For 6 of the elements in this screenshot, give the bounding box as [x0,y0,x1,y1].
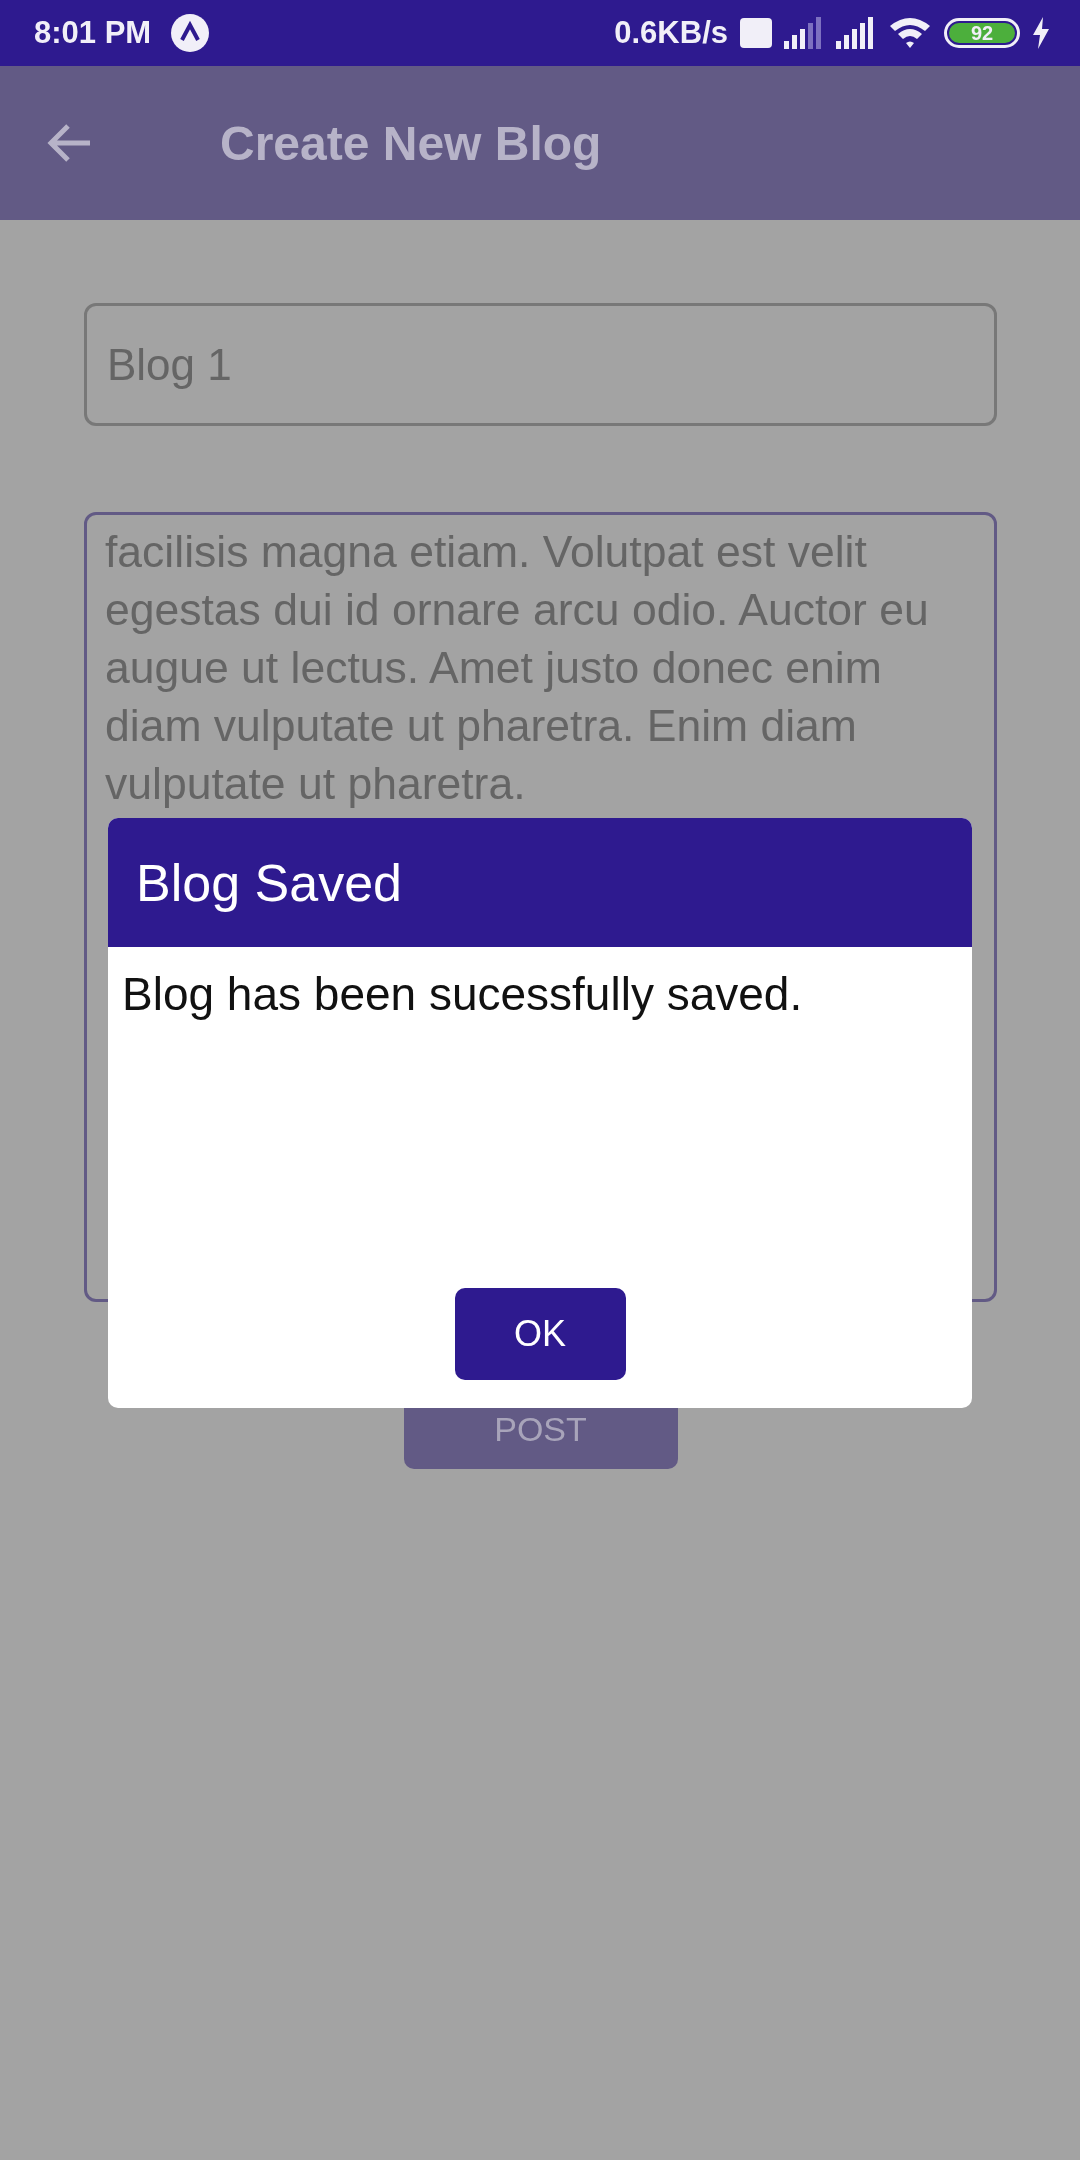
status-time: 8:01 PM [34,15,152,51]
screen-title: Create New Blog [220,115,602,171]
dialog-message: Blog has been sucessfully saved. [121,967,804,1021]
network-speed: 0.6KB/s [614,15,728,51]
dialog-title: Blog Saved [136,852,402,913]
battery-level: 92 [949,23,1015,43]
